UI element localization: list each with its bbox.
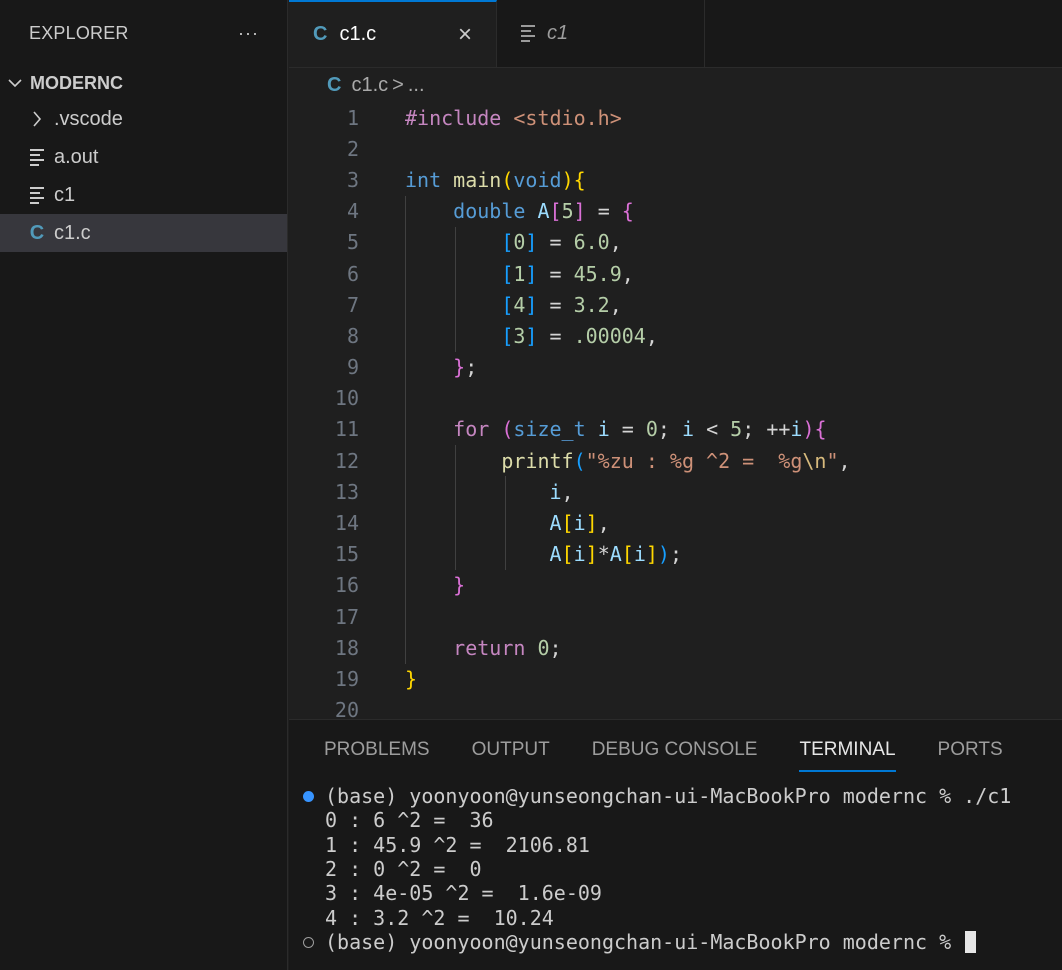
breadcrumb-file[interactable]: c1.c: [351, 74, 388, 97]
code-line: 4 double A[5] = {: [346, 199, 634, 224]
code-line: 16 }: [334, 573, 466, 598]
tree-item-c1-c[interactable]: C c1.c: [0, 214, 287, 252]
bottom-panel: PROBLEMS OUTPUT DEBUG CONSOLE TERMINAL P…: [289, 719, 1062, 970]
chevron-down-icon: [6, 78, 24, 88]
file-lines-icon: [28, 184, 46, 207]
code-line: 13 i,: [334, 479, 574, 504]
tab-c1-c[interactable]: C c1.c ×: [289, 0, 497, 67]
terminal-line: 4 : 3.2 ^2 = 10.24: [325, 905, 554, 930]
code-line: 2: [346, 136, 359, 161]
tree-item-label: c1.c: [54, 221, 91, 244]
terminal[interactable]: (base) yoonyoon@yunseongchan-ui-MacBookP…: [289, 784, 1062, 954]
code-line: 18 return 0;: [334, 635, 562, 660]
tree-item-c1[interactable]: c1: [0, 176, 287, 214]
more-actions-icon[interactable]: ···: [238, 23, 259, 44]
explorer-sidebar: EXPLORER ··· MODERNC .vscode a.out c1 C …: [0, 0, 288, 970]
code-line: 12 printf("%zu : %g ^2 = %g \n ",: [334, 448, 851, 473]
folder-root-modernc[interactable]: MODERNC: [0, 66, 287, 100]
file-lines-icon: [521, 22, 535, 45]
code-line: 11 for (size_t i = 0; i < 5; ++ i){: [334, 417, 827, 442]
c-file-icon: C: [29, 221, 45, 244]
tab-problems[interactable]: PROBLEMS: [324, 720, 430, 780]
command-pending-dot-icon[interactable]: [303, 936, 314, 948]
code-line: 1 #include <stdio.h>: [346, 105, 622, 130]
editor-tabs: C c1.c × c1: [289, 0, 1062, 68]
code-line: 17: [334, 604, 359, 629]
code-line: 19}: [334, 666, 418, 691]
code-line: 3 int main(void){: [346, 167, 586, 192]
command-success-dot-icon[interactable]: [303, 791, 314, 802]
code-editor[interactable]: 1 #include <stdio.h> 2 3 int main(void){ 4…: [289, 102, 1062, 726]
breadcrumb: C c1.c > ...: [289, 68, 1062, 102]
close-icon[interactable]: ×: [458, 21, 472, 49]
tree-item-label: .vscode: [54, 107, 123, 130]
explorer-header: EXPLORER ···: [0, 0, 287, 66]
chevron-right-icon: [28, 111, 46, 127]
file-lines-icon: [28, 146, 46, 169]
code-line: 14 A[i],: [334, 511, 610, 536]
panel-tabs: PROBLEMS OUTPUT DEBUG CONSOLE TERMINAL P…: [289, 720, 1062, 780]
terminal-line: 2 : 0 ^2 = 0: [325, 857, 482, 882]
terminal-line: 1 : 45.9 ^2 = 2106.81: [325, 832, 590, 857]
terminal-line: 3 : 4e-05 ^2 = 1.6e-09: [325, 881, 602, 906]
tree-item-vscode[interactable]: .vscode: [0, 100, 287, 138]
editor-area: C c1.c × c1 C c1.c > ... 1 #include <stdi…: [289, 0, 1062, 722]
terminal-line: 0 : 6 ^2 = 36: [325, 808, 494, 833]
code-line: 8 [3] = .00004,: [346, 323, 658, 348]
folder-root-label: MODERNC: [30, 72, 123, 93]
code-line: 7 [4] = 3.2,: [346, 292, 622, 317]
breadcrumb-rest[interactable]: ...: [408, 74, 425, 97]
terminal-prompt-line: (base) yoonyoon@yunseongchan-ui-MacBookP…: [289, 930, 1062, 954]
terminal-line: (base) yoonyoon@yunseongchan-ui-MacBookP…: [289, 784, 1062, 808]
tree-item-a-out[interactable]: a.out: [0, 138, 287, 176]
breadcrumb-separator: >: [392, 73, 404, 96]
code-line: 10: [334, 386, 359, 411]
code-line: 5 [0] = 6.0,: [346, 230, 622, 255]
code-line: 6 [1] = 45.9,: [346, 261, 634, 286]
code-line: 15 A[i] * A[i]);: [334, 542, 683, 567]
tab-terminal[interactable]: TERMINAL: [799, 720, 896, 780]
tab-c1[interactable]: c1: [497, 0, 705, 67]
tab-debug-console[interactable]: DEBUG CONSOLE: [592, 720, 758, 780]
terminal-cursor: [965, 930, 977, 953]
tab-label: c1.c: [339, 23, 377, 45]
explorer-title: EXPLORER: [29, 22, 129, 43]
code-line: 9 };: [346, 355, 478, 380]
tab-output[interactable]: OUTPUT: [472, 720, 550, 780]
c-file-icon: C: [327, 73, 342, 96]
tree-item-label: c1: [54, 183, 76, 206]
tree-item-label: a.out: [54, 145, 99, 168]
c-file-icon: C: [313, 23, 328, 45]
tab-label: c1: [547, 22, 569, 44]
tab-ports[interactable]: PORTS: [938, 720, 1003, 780]
